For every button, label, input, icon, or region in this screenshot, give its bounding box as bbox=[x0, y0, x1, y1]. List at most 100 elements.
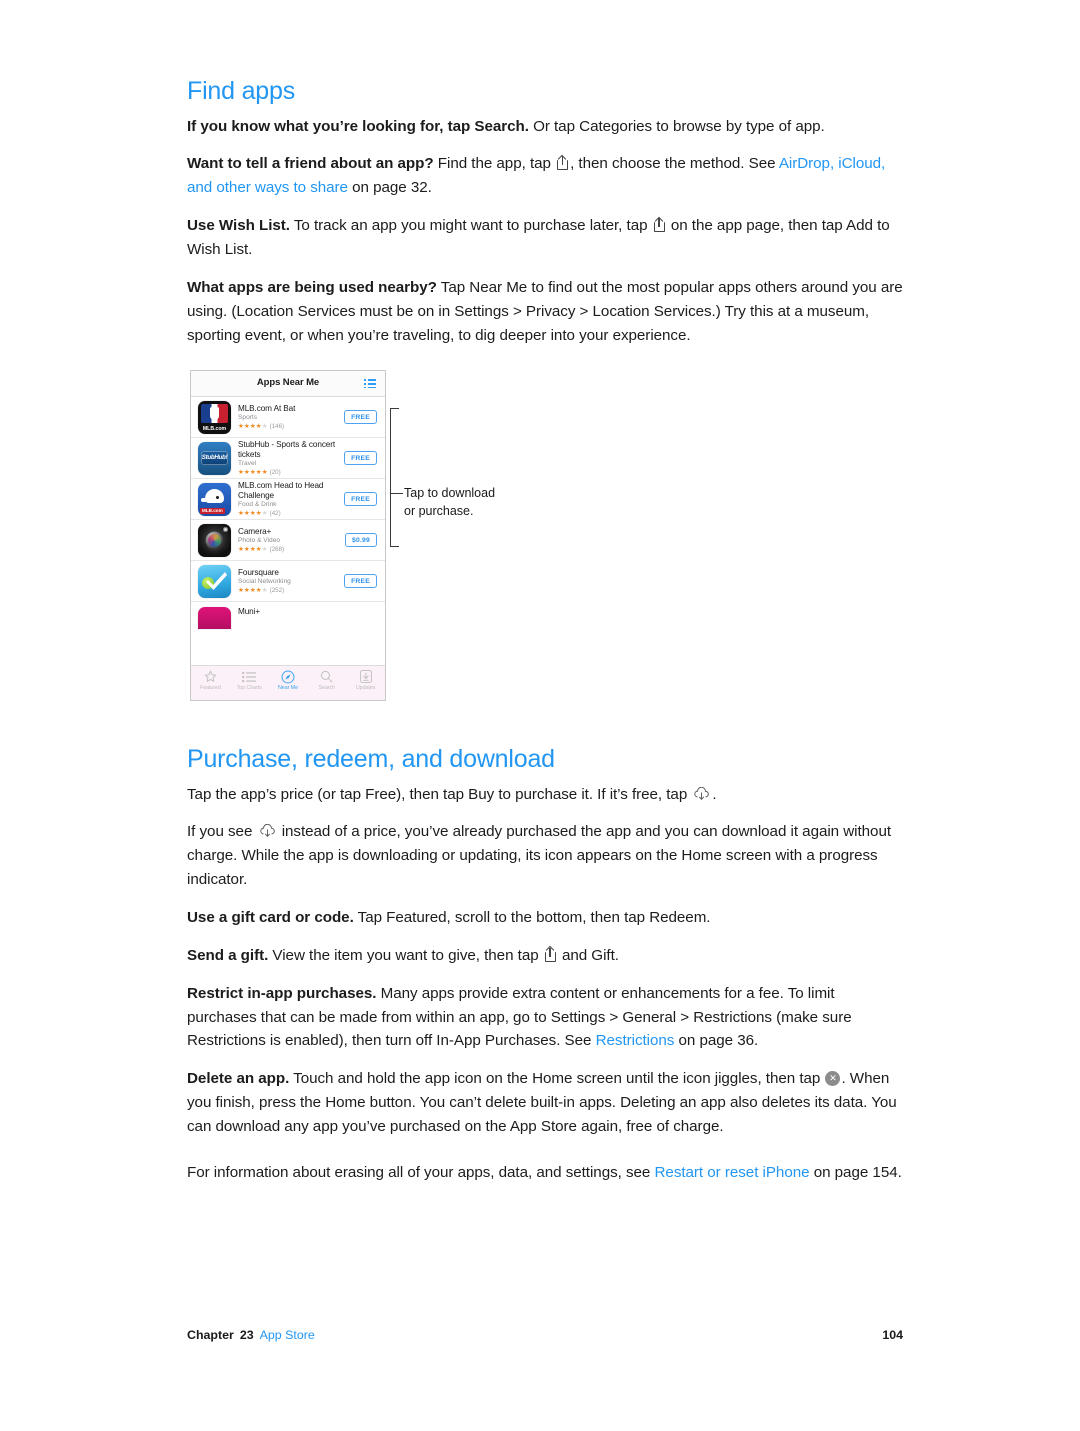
list-icon[interactable] bbox=[364, 379, 376, 389]
star-icon bbox=[191, 669, 230, 684]
link-restrictions[interactable]: Restrictions bbox=[596, 1032, 675, 1049]
stubhub-icon: StubHub! bbox=[198, 441, 231, 475]
paragraph-tap-price: Tap the app’s price (or tap Free), then … bbox=[187, 783, 903, 807]
price-button[interactable]: FREE bbox=[344, 574, 377, 588]
para-body: For information about erasing all of you… bbox=[187, 1163, 655, 1181]
para-lead-bold: Want to tell a friend about an app? bbox=[187, 155, 434, 173]
tab-top-charts[interactable]: Top Charts bbox=[230, 669, 269, 691]
app-rating: ★★★★★ (146) bbox=[238, 422, 344, 430]
app-category: Photo & Video bbox=[238, 537, 281, 545]
app-category: Sports bbox=[238, 414, 258, 422]
para-lead-bold: If you know what you’re looking for, tap… bbox=[187, 117, 529, 135]
tab-near-me[interactable]: Near Me bbox=[269, 669, 308, 691]
price-button[interactable]: FREE bbox=[344, 451, 377, 465]
page-title: Find apps bbox=[187, 77, 295, 105]
price-button[interactable]: FREE bbox=[344, 492, 377, 506]
app-meta: StubHub - Sports & concert tickets Trave… bbox=[231, 440, 344, 476]
share-icon bbox=[544, 946, 556, 962]
para-lead-bold: What apps are being used nearby? bbox=[187, 278, 437, 296]
tab-search[interactable]: Search bbox=[307, 669, 346, 691]
page-content: Find apps If you know what you’re lookin… bbox=[187, 77, 903, 347]
para-body: , then choose the method. See bbox=[570, 155, 779, 173]
delete-badge-icon: ✕ bbox=[825, 1071, 841, 1087]
list-item[interactable]: Camera+ Photo & Video ★★★★★ (268) $0.99 bbox=[191, 520, 385, 561]
paragraph-erase-info: For information about erasing all of you… bbox=[187, 1161, 903, 1185]
app-category: Travel bbox=[238, 460, 257, 468]
app-result-list: MLB.com MLB.com At Bat Sports ★★★★★ (146… bbox=[191, 397, 385, 632]
section-title-purchase: Purchase, redeem, and download bbox=[187, 745, 555, 773]
app-store-tab-bar: Featured Top Charts Near Me Search Updat… bbox=[191, 665, 385, 700]
star-icon: ★★★★★ bbox=[238, 545, 268, 553]
para-body: instead of a price, you’ve already purch… bbox=[187, 823, 892, 889]
app-name: Muni+ bbox=[238, 607, 261, 616]
link-restart-reset-iphone[interactable]: Restart or reset iPhone bbox=[655, 1164, 810, 1181]
paragraph-already-purchased: If you see instead of a price, you’ve al… bbox=[187, 820, 903, 892]
para-body: Find the app, tap bbox=[433, 155, 556, 173]
para-lead-bold: Send a gift. bbox=[187, 946, 269, 964]
para-body: To track an app you might want to purcha… bbox=[289, 217, 652, 235]
paragraph-restrict-purchases: Restrict in-app purchases. Many apps pro… bbox=[187, 982, 903, 1054]
manual-page: Find apps If you know what you’re lookin… bbox=[0, 0, 1080, 1431]
app-rating: ★★★★★ (268) bbox=[238, 545, 345, 553]
search-icon bbox=[307, 669, 346, 684]
list-item[interactable]: Muni+ bbox=[191, 602, 385, 632]
para-body: Tap Featured, scroll to the bottom, then… bbox=[353, 908, 711, 926]
para-lead-bold: Use Wish List. bbox=[187, 217, 290, 235]
page-number: 104 bbox=[882, 1328, 903, 1342]
app-meta: MLB.com Head to Head Challenge Food & Dr… bbox=[231, 481, 344, 517]
footer-chapter-title[interactable]: App Store bbox=[260, 1328, 315, 1342]
star-icon: ★★★★★ bbox=[238, 422, 268, 430]
callout-label: Tap to download or purchase. bbox=[404, 486, 496, 518]
app-category: Social Networking bbox=[238, 578, 291, 586]
tab-updates[interactable]: Updates bbox=[346, 669, 385, 691]
rating-count: (268) bbox=[269, 545, 285, 553]
tab-featured[interactable]: Featured bbox=[191, 669, 230, 691]
list-item[interactable]: MLB.com MLB.com At Bat Sports ★★★★★ (146… bbox=[191, 397, 385, 438]
nav-title: Apps Near Me bbox=[256, 377, 320, 388]
footer-chapter-number: 23 bbox=[239, 1328, 254, 1342]
footer-chapter-label: Chapter bbox=[187, 1328, 234, 1342]
para-body: . bbox=[712, 785, 717, 803]
paragraph-search: If you know what you’re looking for, tap… bbox=[187, 115, 903, 139]
para-body: Touch and hold the app icon on the Home … bbox=[289, 1070, 825, 1088]
app-meta: Foursquare Social Networking ★★★★★ (252) bbox=[231, 568, 344, 594]
list-item[interactable]: MLB.com MLB.com Head to Head Challenge F… bbox=[191, 479, 385, 520]
para-body: View the item you want to give, then tap bbox=[268, 946, 543, 964]
share-icon bbox=[653, 216, 665, 233]
price-button[interactable]: $0.99 bbox=[344, 533, 377, 547]
rating-count: (252) bbox=[269, 586, 285, 594]
app-category: Food & Drink bbox=[238, 501, 277, 509]
rating-count: (42) bbox=[269, 509, 281, 517]
app-meta: MLB.com At Bat Sports ★★★★★ (146) bbox=[231, 404, 344, 430]
icon-label: StubHub! bbox=[201, 453, 228, 461]
star-icon: ★★★★★ bbox=[238, 509, 268, 517]
purchase-section: Purchase, redeem, and download Tap the a… bbox=[187, 745, 903, 1185]
star-icon: ★★★★★ bbox=[238, 468, 268, 476]
footer-chapter: Chapter 23 App Store bbox=[187, 1328, 315, 1342]
paragraph-delete-app: Delete an app. Touch and hold the app ic… bbox=[187, 1067, 903, 1139]
foursquare-icon bbox=[198, 564, 231, 598]
camera-plus-icon bbox=[198, 523, 231, 557]
download-icon bbox=[346, 669, 385, 684]
para-lead-bold: Use a gift card or code. bbox=[187, 908, 354, 926]
para-body: Tap the app’s price (or tap Free), then … bbox=[187, 785, 692, 803]
app-rating: ★★★★★ (42) bbox=[238, 509, 344, 517]
list-item[interactable]: Foursquare Social Networking ★★★★★ (252)… bbox=[191, 561, 385, 602]
rating-count: (146) bbox=[269, 422, 285, 430]
para-body: on page 36. bbox=[674, 1032, 759, 1050]
app-rating: ★★★★★ (252) bbox=[238, 586, 344, 594]
list-icon bbox=[230, 669, 269, 684]
app-name: MLB.com Head to Head Challenge bbox=[238, 480, 324, 500]
paragraph-share-app: Want to tell a friend about an app? Find… bbox=[187, 152, 903, 200]
tab-label: Top Charts bbox=[236, 685, 262, 691]
para-lead-bold: Delete an app. bbox=[187, 1070, 290, 1088]
tab-label: Near Me bbox=[278, 685, 298, 691]
list-item[interactable]: StubHub! StubHub - Sports & concert tick… bbox=[191, 438, 385, 479]
figure-apps-near-me: Apps Near Me MLB.com MLB.com At Bat Spor… bbox=[190, 370, 586, 705]
page-footer: Chapter 23 App Store 104 bbox=[187, 1328, 903, 1342]
para-body: on page 32. bbox=[347, 179, 432, 197]
app-meta: Muni+ bbox=[231, 607, 377, 617]
app-name: StubHub - Sports & concert tickets bbox=[238, 439, 336, 459]
price-button[interactable]: FREE bbox=[344, 410, 377, 424]
app-rating: ★★★★★ (20) bbox=[238, 468, 344, 476]
